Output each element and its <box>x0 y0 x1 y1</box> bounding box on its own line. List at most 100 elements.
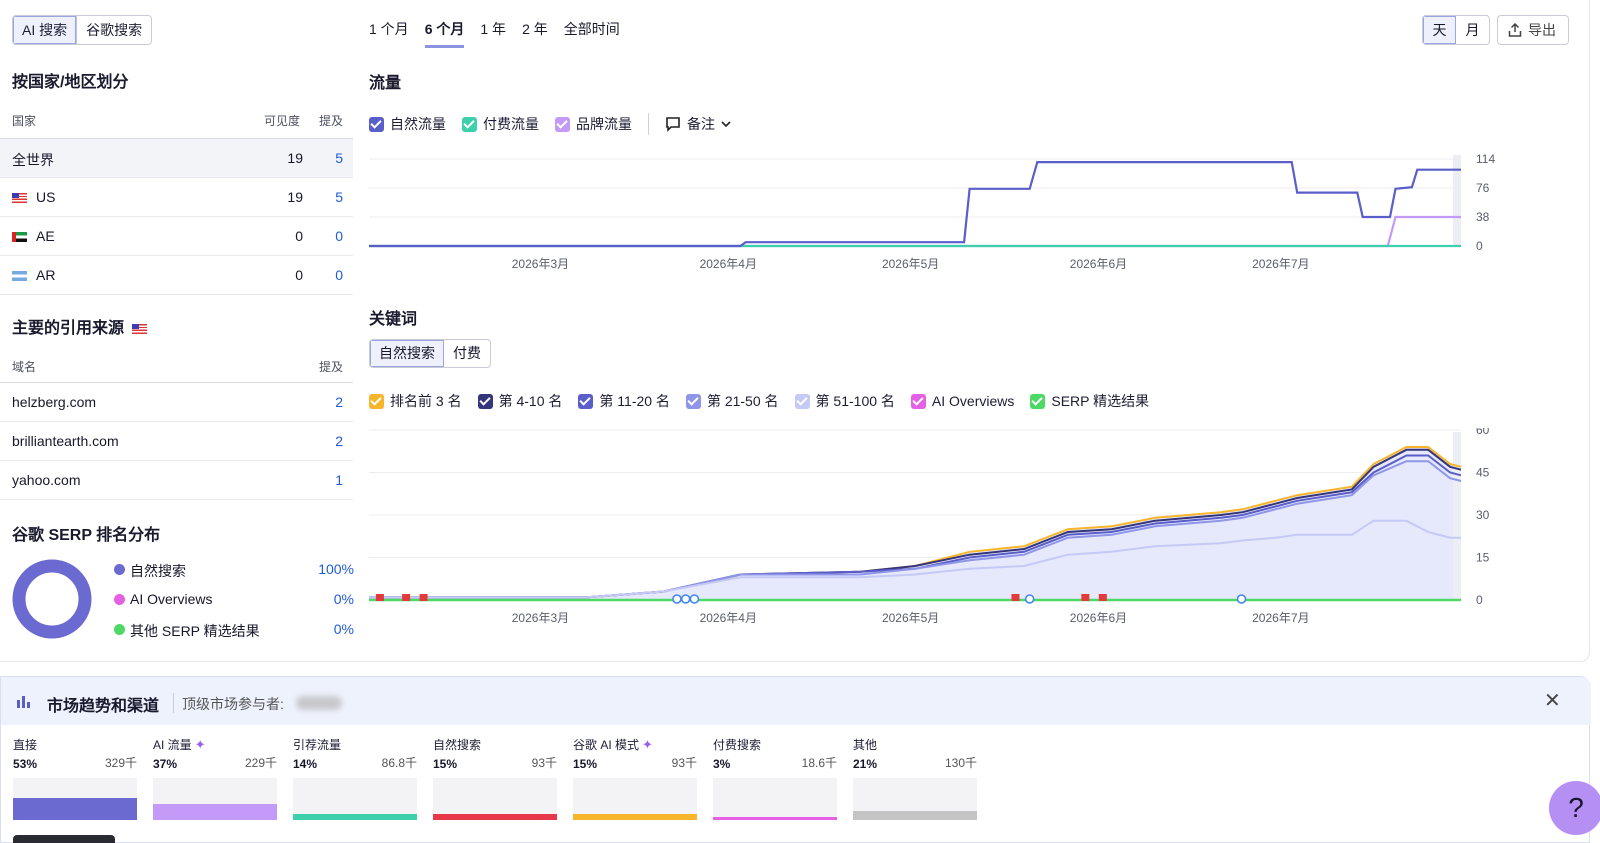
checkbox-icon[interactable] <box>685 393 701 409</box>
granularity-toggle: 天 月 <box>1422 15 1490 45</box>
period-1-year[interactable]: 1 年 <box>480 19 506 48</box>
legend-21-50[interactable]: 第 21-50 名 <box>685 391 779 411</box>
legend-label: 自然流量 <box>390 116 446 132</box>
flag-icon <box>1081 594 1090 601</box>
flag-icon <box>375 594 384 601</box>
notes-dropdown[interactable]: 备注 <box>665 114 732 134</box>
granularity-day[interactable]: 天 <box>1423 16 1456 44</box>
google-icon <box>1236 594 1247 604</box>
source-row[interactable]: helzberg.com 2 <box>0 383 353 422</box>
y-tick-label: 38 <box>1476 210 1490 224</box>
legend-top3[interactable]: 排名前 3 名 <box>369 391 462 411</box>
checkbox-icon[interactable] <box>555 116 570 132</box>
legend-label: 付费流量 <box>483 116 539 132</box>
checkbox-icon[interactable] <box>477 393 493 409</box>
checkbox-icon[interactable] <box>369 393 384 409</box>
channel-bar-fill <box>153 804 277 820</box>
channel-card[interactable]: 自然搜索 15% 93千 <box>433 736 557 820</box>
legend-label: 品牌流量 <box>576 116 632 132</box>
channel-bar <box>293 778 417 820</box>
country-mentions[interactable]: 5 <box>335 150 343 166</box>
serp-legend-item: 其他 SERP 精选结果 0% <box>114 621 354 651</box>
period-2-years[interactable]: 2 年 <box>522 19 548 48</box>
country-row[interactable]: 全世界 19 5 <box>0 139 353 178</box>
channel-card[interactable]: 引荐流量 14% 86.8千 <box>293 736 417 820</box>
keywords-chart[interactable]: 0 15 30 45 60 2026年3月 2026年4月 2026年5月 2026年6月 202… <box>369 428 1519 638</box>
x-tick-label: 2026年5月 <box>882 611 939 625</box>
traffic-chart[interactable]: 0 38 76 114 2026年3月 2026年4月 2026年5月 2026年6月 2026… <box>369 150 1519 280</box>
tab-paid[interactable]: 付费 <box>444 340 490 367</box>
country-row[interactable]: AR 0 0 <box>0 256 353 295</box>
channel-card[interactable]: 直接 53% 329千 <box>13 736 137 820</box>
legend-11-20[interactable]: 第 11-20 名 <box>578 391 670 411</box>
checkbox-icon[interactable] <box>1030 393 1046 409</box>
source-domain[interactable]: brilliantearth.com <box>12 433 119 449</box>
help-button[interactable]: ? <box>1549 781 1600 835</box>
checkbox-icon[interactable] <box>794 393 810 409</box>
google-icon <box>689 594 700 604</box>
y-tick-label: 0 <box>1476 593 1483 607</box>
country-header-name: 国家 <box>12 114 37 128</box>
close-icon[interactable]: ✕ <box>1544 691 1561 711</box>
flag-icon <box>419 594 428 601</box>
country-mentions[interactable]: 5 <box>335 189 343 205</box>
x-tick-label: 2026年3月 <box>512 257 569 271</box>
channel-card[interactable]: 其他 21% 130千 <box>853 736 977 820</box>
serp-legend-value: 0% <box>333 591 354 607</box>
range-handle <box>1453 432 1461 600</box>
serp-legend-label: AI Overviews <box>130 591 213 607</box>
legend-51-100[interactable]: 第 51-100 名 <box>794 391 895 411</box>
granularity-month[interactable]: 月 <box>1456 16 1489 44</box>
y-tick-label: 76 <box>1476 181 1490 195</box>
tab-organic-search[interactable]: 自然搜索 <box>370 340 444 367</box>
country-mentions[interactable]: 0 <box>335 228 343 244</box>
channel-bar <box>713 778 837 820</box>
legend-4-10[interactable]: 第 4-10 名 <box>477 391 562 411</box>
country-visibility: 19 <box>287 150 303 166</box>
comment-icon <box>666 117 680 132</box>
source-mentions[interactable]: 2 <box>335 433 343 449</box>
channel-card[interactable]: 谷歌 AI 模式 ✦ 15% 93千 <box>573 736 697 820</box>
country-header-mentions: 提及 <box>319 114 344 128</box>
source-mentions[interactable]: 1 <box>335 472 343 488</box>
period-all-time[interactable]: 全部时间 <box>564 19 620 48</box>
checkbox-icon[interactable] <box>369 116 384 132</box>
tab-google-search[interactable]: 谷歌搜索 <box>77 16 151 44</box>
country-row[interactable]: AE 0 0 <box>0 217 353 256</box>
source-domain[interactable]: helzberg.com <box>12 394 96 410</box>
checkbox-icon[interactable] <box>462 116 477 132</box>
source-domain[interactable]: yahoo.com <box>12 472 80 488</box>
channel-card[interactable]: 付费搜索 3% 18.6千 <box>713 736 837 820</box>
period-tabs: 1 个月 6 个月 1 年 2 年 全部时间 <box>369 19 636 48</box>
traffic-title: 流量 <box>369 75 402 92</box>
country-mentions[interactable]: 0 <box>335 267 343 283</box>
channel-amount: 93千 <box>671 756 697 770</box>
checkbox-icon[interactable] <box>910 393 926 409</box>
channel-name: 直接 <box>13 738 38 752</box>
legend-serp-features[interactable]: SERP 精选结果 <box>1030 391 1149 411</box>
blurred-competitor <box>296 696 342 710</box>
channel-bar <box>153 778 277 820</box>
legend-organic-traffic[interactable]: 自然流量 <box>369 114 446 134</box>
sources-header-mentions: 提及 <box>319 360 344 374</box>
legend-label: AI Overviews <box>931 393 1015 409</box>
source-row[interactable]: yahoo.com 1 <box>0 461 353 500</box>
checkbox-icon[interactable] <box>578 393 594 409</box>
period-1-month[interactable]: 1 个月 <box>369 19 409 48</box>
legend-paid-traffic[interactable]: 付费流量 <box>462 114 539 134</box>
legend-ai-overviews[interactable]: AI Overviews <box>910 393 1015 409</box>
source-row[interactable]: brilliantearth.com 2 <box>0 422 353 461</box>
channel-amount: 130千 <box>944 756 977 770</box>
upload-icon <box>1508 22 1522 37</box>
country-row[interactable]: US 19 5 <box>0 178 353 217</box>
flag-icon <box>1098 594 1107 601</box>
y-tick-label: 15 <box>1476 551 1490 565</box>
channel-amount: 86.8千 <box>381 756 417 770</box>
period-6-months[interactable]: 6 个月 <box>424 19 465 48</box>
legend-brand-traffic[interactable]: 品牌流量 <box>555 114 632 134</box>
source-mentions[interactable]: 2 <box>335 394 343 410</box>
export-button[interactable]: 导出 <box>1497 15 1569 45</box>
flag-icon <box>402 594 411 601</box>
tab-ai-search[interactable]: AI 搜索 <box>13 16 78 44</box>
channel-card[interactable]: AI 流量 ✦ 37% 229千 <box>153 736 277 820</box>
